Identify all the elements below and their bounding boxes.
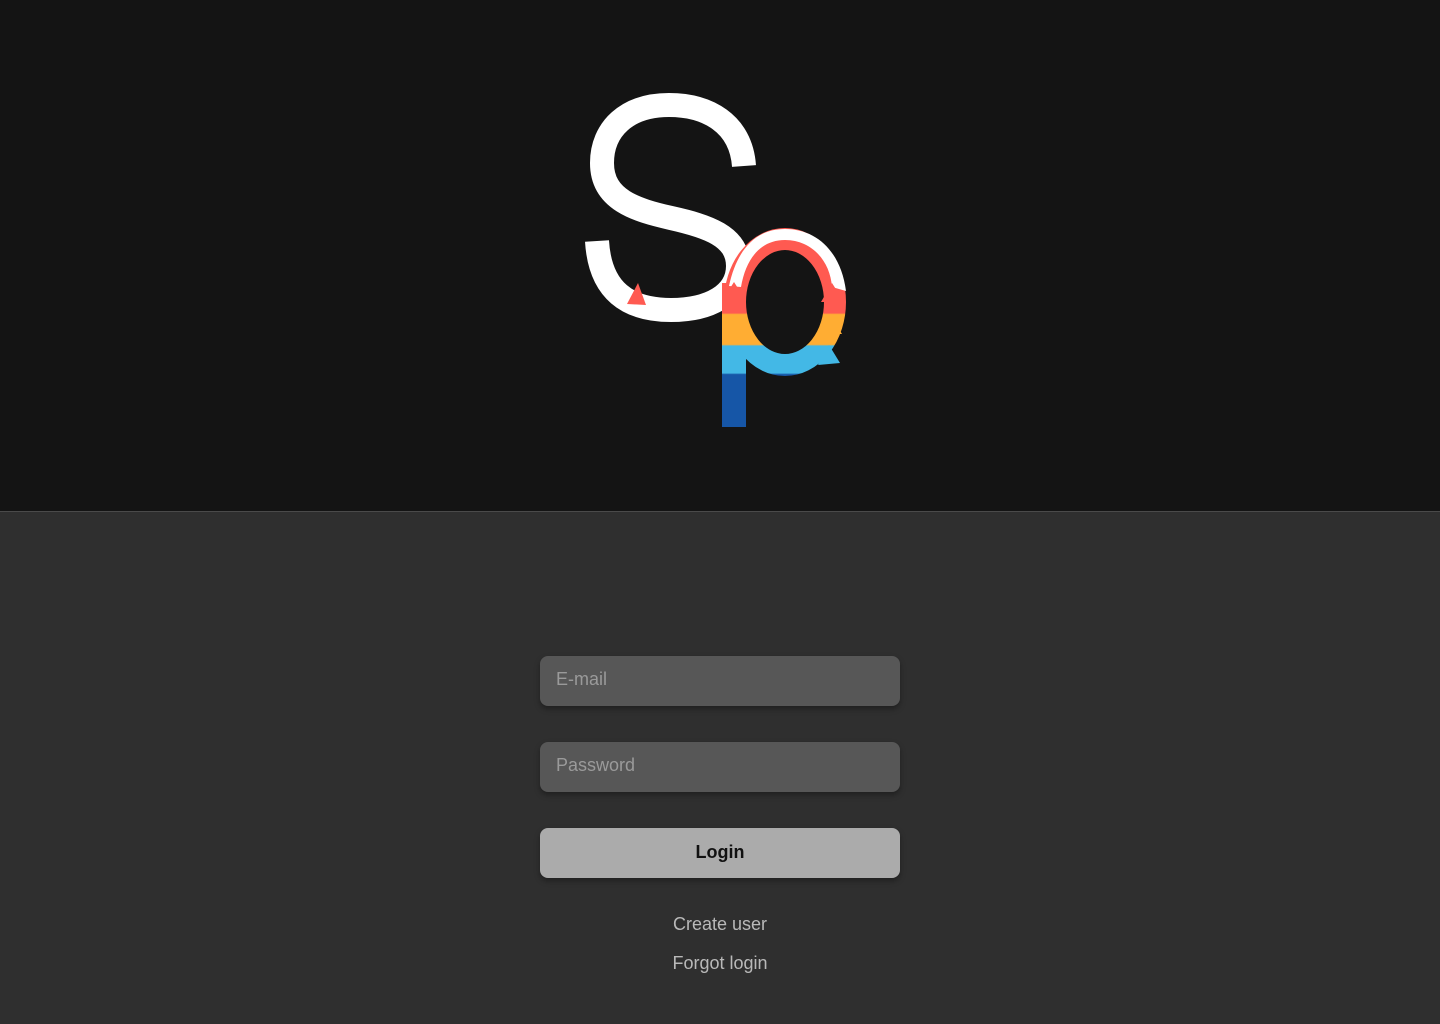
login-button[interactable]: Login bbox=[540, 828, 900, 878]
forgot-login-link[interactable]: Forgot login bbox=[620, 952, 820, 974]
email-input[interactable] bbox=[540, 656, 900, 706]
logo-panel bbox=[0, 0, 1440, 512]
login-panel: Login Create user Forgot login bbox=[0, 513, 1440, 1024]
password-input[interactable] bbox=[540, 742, 900, 792]
letter-s-shape bbox=[585, 93, 756, 322]
create-user-link[interactable]: Create user bbox=[620, 913, 820, 935]
sp-logo bbox=[585, 93, 846, 427]
